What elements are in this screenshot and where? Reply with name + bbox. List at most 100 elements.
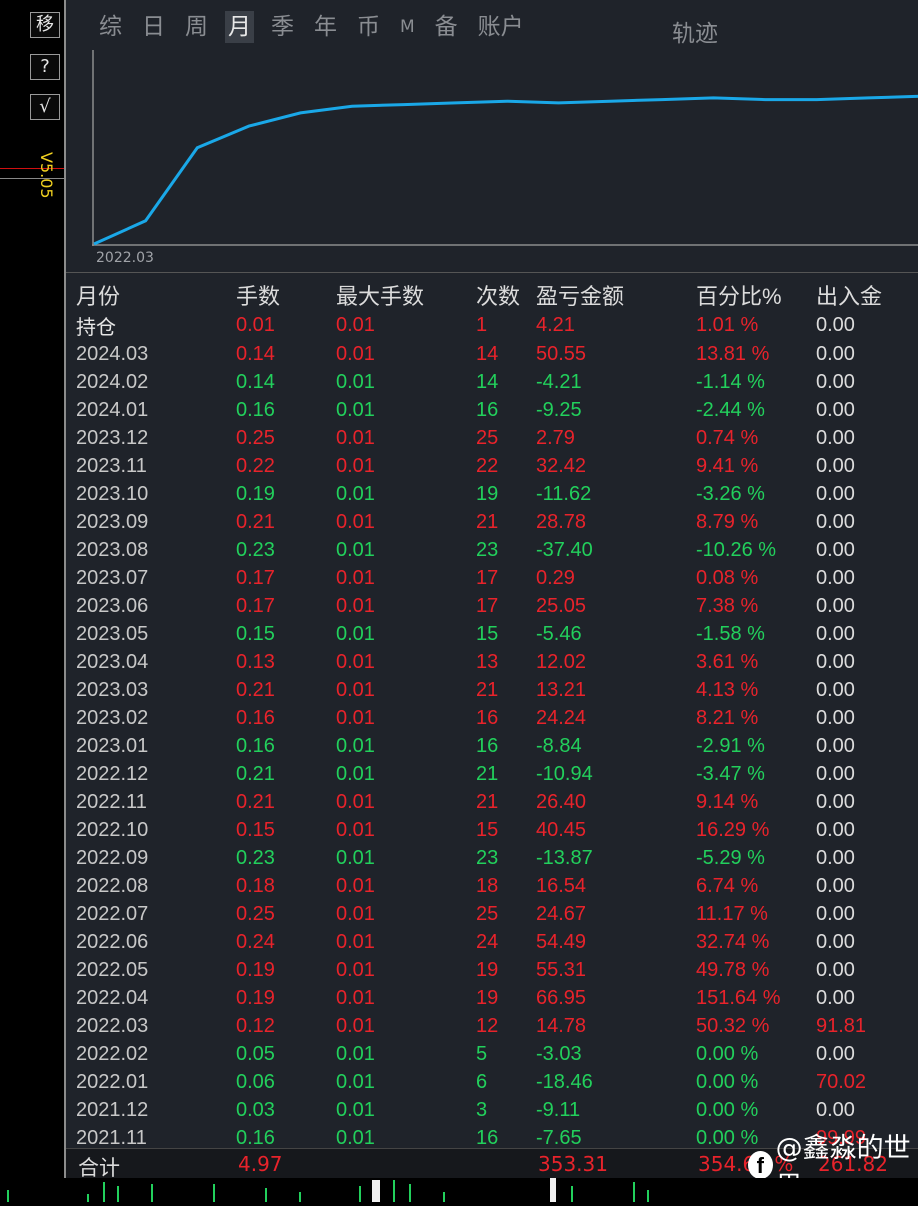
cell-in-out: 0.00 <box>816 314 855 336</box>
table-row[interactable]: 2024.01 0.16 0.01 16 -9.25 -2.44 % 0.00 <box>76 396 886 424</box>
table-row[interactable]: 2022.10 0.15 0.01 15 40.45 16.29 % 0.00 <box>76 816 886 844</box>
table-row[interactable]: 2023.12 0.25 0.01 25 2.79 0.74 % 0.00 <box>76 424 886 452</box>
header-month[interactable]: 月份 <box>76 279 236 311</box>
cell-count: 17 <box>476 566 499 589</box>
cell-max-hands: 0.01 <box>336 790 375 813</box>
cell-month: 2023.06 <box>76 594 149 617</box>
cell-count: 13 <box>476 650 499 673</box>
table-row[interactable]: 2023.06 0.17 0.01 17 25.05 7.38 % 0.00 <box>76 592 886 620</box>
table-row[interactable]: 2022.11 0.21 0.01 21 26.40 9.14 % 0.00 <box>76 788 886 816</box>
cell-month: 2023.09 <box>76 510 149 533</box>
cell-count: 21 <box>476 790 499 813</box>
table-row[interactable]: 2023.10 0.19 0.01 19 -11.62 -3.26 % 0.00 <box>76 480 886 508</box>
table-row[interactable]: 2021.12 0.03 0.01 3 -9.11 0.00 % 0.00 <box>76 1096 886 1124</box>
table-row[interactable]: 2022.04 0.19 0.01 19 66.95 151.64 % 0.00 <box>76 984 886 1012</box>
table-row[interactable]: 2022.09 0.23 0.01 23 -13.87 -5.29 % 0.00 <box>76 844 886 872</box>
tab-7[interactable]: M <box>397 11 418 43</box>
cell-percent: -1.14 % <box>696 370 765 393</box>
cell-in-out: 0.00 <box>816 566 855 589</box>
check-button[interactable]: √ <box>30 94 60 120</box>
tab-3[interactable]: 月 <box>225 11 254 43</box>
volume-bar-highlight <box>550 1178 556 1202</box>
move-button[interactable]: 移 <box>30 12 60 38</box>
cell-max-hands: 0.01 <box>336 426 375 449</box>
cell-in-out: 0.00 <box>816 426 855 449</box>
cell-max-hands: 0.01 <box>336 538 375 561</box>
cell-max-hands: 0.01 <box>336 566 375 589</box>
table-row[interactable]: 持仓 0.01 0.01 1 4.21 1.01 % 0.00 <box>76 311 886 340</box>
table-row[interactable]: 2022.01 0.06 0.01 6 -18.46 0.00 % 70.02 <box>76 1068 886 1096</box>
table-row[interactable]: 2022.02 0.05 0.01 5 -3.03 0.00 % 0.00 <box>76 1040 886 1068</box>
cell-count: 1 <box>476 314 488 336</box>
chart-table-divider <box>66 272 918 273</box>
tab-9[interactable]: 账户 <box>475 11 527 43</box>
table-row[interactable]: 2022.03 0.12 0.01 12 14.78 50.32 % 91.81 <box>76 1012 886 1040</box>
cell-hands: 0.25 <box>236 426 275 449</box>
tab-2[interactable]: 周 <box>182 11 211 43</box>
table-row[interactable]: 2023.09 0.21 0.01 21 28.78 8.79 % 0.00 <box>76 508 886 536</box>
equity-line <box>93 94 918 246</box>
cell-profit-loss: 25.05 <box>536 594 587 617</box>
tab-1[interactable]: 日 <box>139 11 168 43</box>
table-header-row: 月份 手数 最大手数 次数 盈亏金额 百分比% 出入金 <box>76 279 886 311</box>
cell-max-hands: 0.01 <box>336 1098 375 1121</box>
table-row[interactable]: 2023.11 0.22 0.01 22 32.42 9.41 % 0.00 <box>76 452 886 480</box>
table-row[interactable]: 2022.12 0.21 0.01 21 -10.94 -3.47 % 0.00 <box>76 760 886 788</box>
cell-month: 2023.02 <box>76 706 149 729</box>
table-row[interactable]: 2024.03 0.14 0.01 14 50.55 13.81 % 0.00 <box>76 340 886 368</box>
cell-percent: 50.32 % <box>696 1014 770 1037</box>
table-row[interactable]: 2023.05 0.15 0.01 15 -5.46 -1.58 % 0.00 <box>76 620 886 648</box>
cell-month: 2022.12 <box>76 762 149 785</box>
cell-max-hands: 0.01 <box>336 818 375 841</box>
cell-in-out: 0.00 <box>816 370 855 393</box>
cell-hands: 0.05 <box>236 1042 275 1065</box>
cell-count: 22 <box>476 454 499 477</box>
header-in-out[interactable]: 出入金 <box>816 279 886 311</box>
table-row[interactable]: 2022.06 0.24 0.01 24 54.49 32.74 % 0.00 <box>76 928 886 956</box>
cell-percent: -10.26 % <box>696 538 777 561</box>
cell-percent: 32.74 % <box>696 930 770 953</box>
table-row[interactable]: 2023.02 0.16 0.01 16 24.24 8.21 % 0.00 <box>76 704 886 732</box>
tab-6[interactable]: 币 <box>354 11 383 43</box>
table-row[interactable]: 2023.07 0.17 0.01 17 0.29 0.08 % 0.00 <box>76 564 886 592</box>
header-max-hands[interactable]: 最大手数 <box>336 279 476 311</box>
cell-percent: -3.47 % <box>696 762 765 785</box>
tab-8[interactable]: 备 <box>432 11 461 43</box>
cell-month: 2022.01 <box>76 1070 149 1093</box>
header-hands[interactable]: 手数 <box>236 279 336 311</box>
table-row[interactable]: 2024.02 0.14 0.01 14 -4.21 -1.14 % 0.00 <box>76 368 886 396</box>
tab-0[interactable]: 综 <box>96 11 125 43</box>
cell-max-hands: 0.01 <box>336 398 375 421</box>
header-count[interactable]: 次数 <box>476 279 536 311</box>
table-row[interactable]: 2023.04 0.13 0.01 13 12.02 3.61 % 0.00 <box>76 648 886 676</box>
help-button[interactable]: ? <box>30 54 60 80</box>
header-percent[interactable]: 百分比% <box>696 279 816 311</box>
header-profit-loss[interactable]: 盈亏金额 <box>536 279 696 311</box>
cell-max-hands: 0.01 <box>336 678 375 701</box>
cell-hands: 0.15 <box>236 818 275 841</box>
cell-in-out: 0.00 <box>816 846 855 869</box>
tab-4[interactable]: 季 <box>268 11 297 43</box>
tab-5[interactable]: 年 <box>311 11 340 43</box>
cell-in-out: 0.00 <box>816 958 855 981</box>
cell-count: 15 <box>476 622 499 645</box>
cell-hands: 0.21 <box>236 790 275 813</box>
cell-profit-loss: 14.78 <box>536 1014 587 1037</box>
cell-in-out: 0.00 <box>816 902 855 925</box>
table-row[interactable]: 2022.05 0.19 0.01 19 55.31 49.78 % 0.00 <box>76 956 886 984</box>
cell-hands: 0.25 <box>236 902 275 925</box>
account-panel: 综日周月季年币 M 备账户 轨迹 2022.03 月份 手数 最大手数 次数 盈亏金… <box>64 0 918 1203</box>
cell-in-out: 0.00 <box>816 650 855 673</box>
table-row[interactable]: 2023.08 0.23 0.01 23 -37.40 -10.26 % 0.00 <box>76 536 886 564</box>
table-row[interactable]: 2023.01 0.16 0.01 16 -8.84 -2.91 % 0.00 <box>76 732 886 760</box>
cell-month: 2023.05 <box>76 622 149 645</box>
cell-percent: -5.29 % <box>696 846 765 869</box>
table-row[interactable]: 2022.07 0.25 0.01 25 24.67 11.17 % 0.00 <box>76 900 886 928</box>
cell-hands: 0.16 <box>236 734 275 757</box>
tab-trail[interactable]: 轨迹 <box>672 14 718 48</box>
table-row[interactable]: 2022.08 0.18 0.01 18 16.54 6.74 % 0.00 <box>76 872 886 900</box>
cell-percent: 7.38 % <box>696 594 759 617</box>
table-row[interactable]: 2023.03 0.21 0.01 21 13.21 4.13 % 0.00 <box>76 676 886 704</box>
cell-percent: 8.21 % <box>696 706 759 729</box>
cell-count: 21 <box>476 678 499 701</box>
